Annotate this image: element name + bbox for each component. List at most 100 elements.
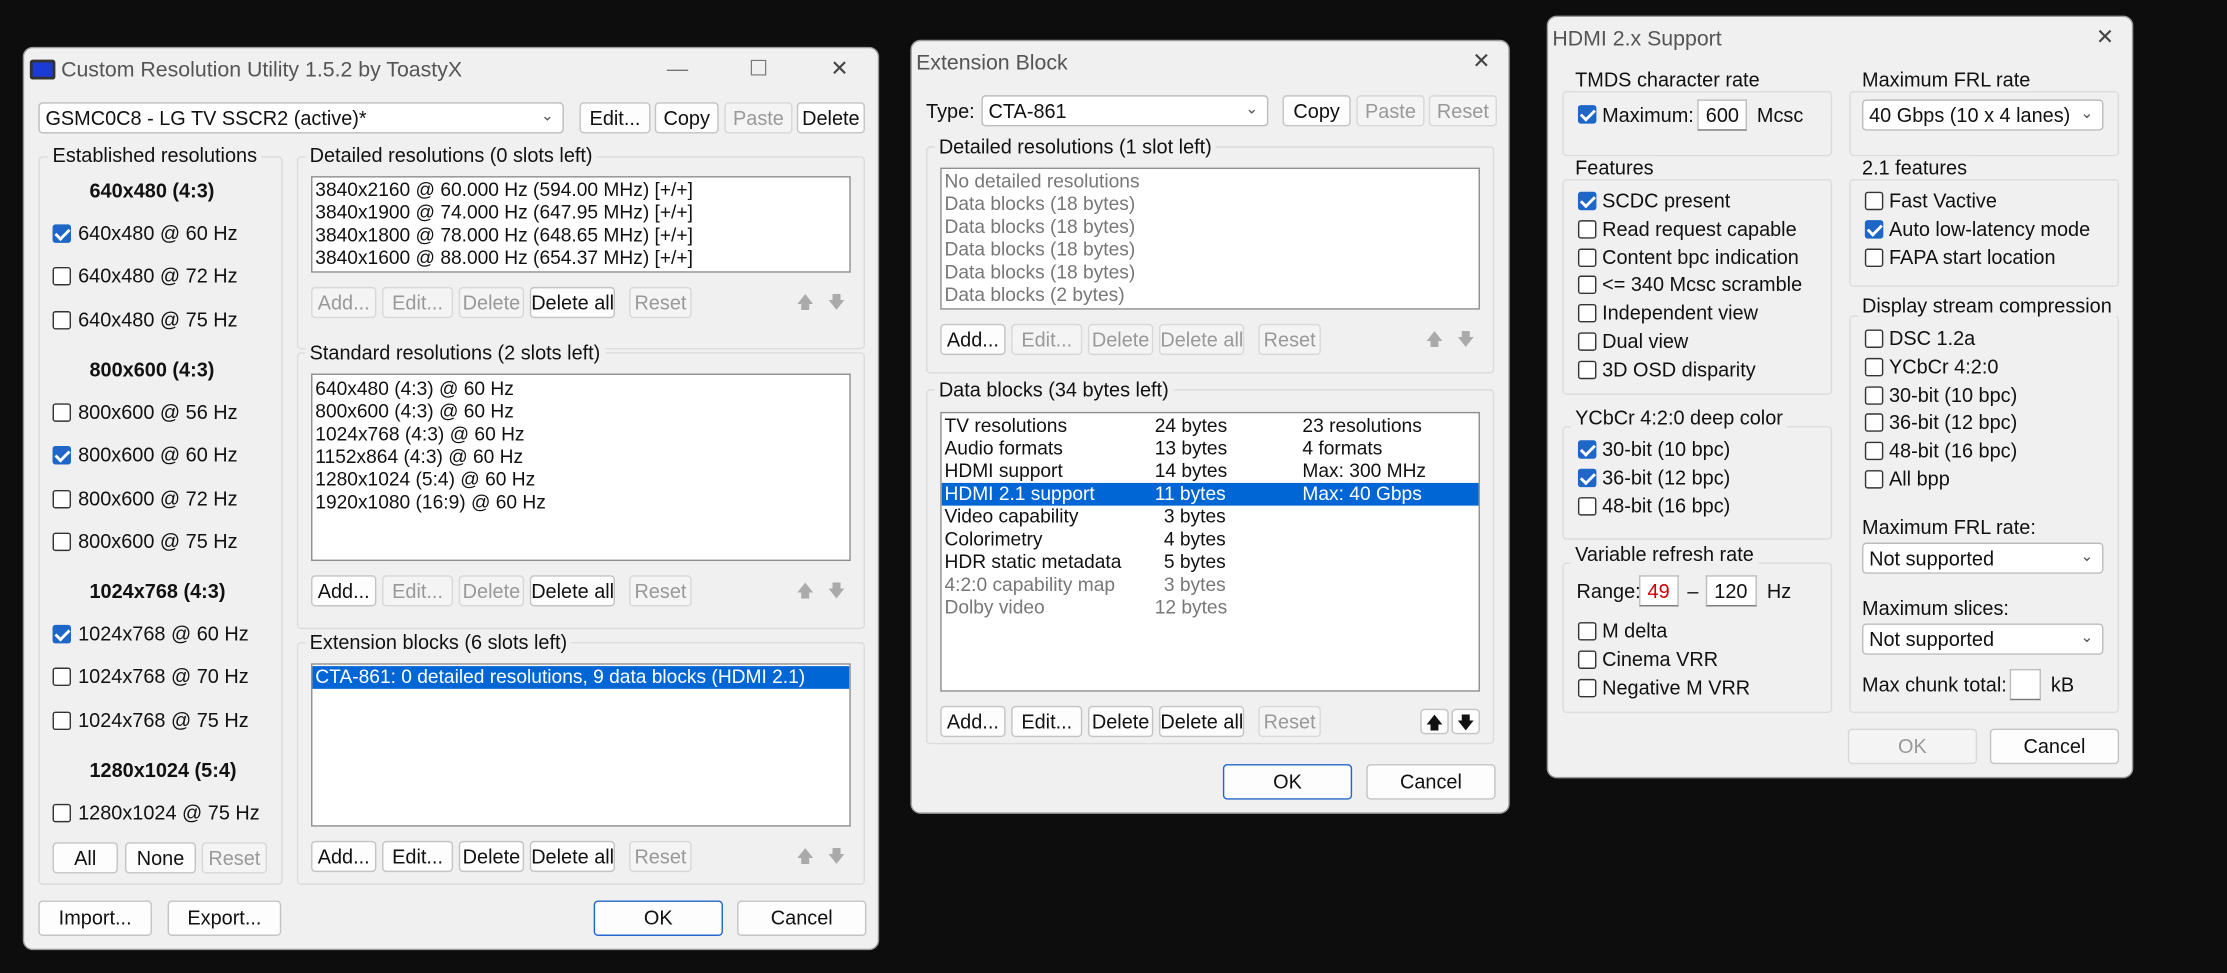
down-arrow-icon[interactable]: 🡇 (822, 290, 850, 316)
edit-display-button[interactable]: Edit... (579, 102, 651, 134)
list-item[interactable]: HDR static metadata 5 bytes (942, 551, 1479, 574)
list-item[interactable]: Video capability 3 bytes (942, 506, 1479, 529)
maximize-icon[interactable]: ☐ (730, 53, 787, 87)
export-button[interactable]: Export... (167, 900, 282, 936)
vrr-max-input[interactable]: 120 (1705, 575, 1757, 607)
option-checkbox[interactable] (1864, 470, 1884, 489)
copy-display-button[interactable]: Copy (654, 102, 719, 134)
edit-button[interactable]: Edit... (1011, 705, 1083, 738)
close-icon[interactable]: ✕ (811, 53, 868, 87)
delete-all-button[interactable]: Delete all (1158, 705, 1245, 738)
delete-display-button[interactable]: Delete (796, 102, 865, 134)
paste-display-button[interactable]: Paste (724, 102, 793, 134)
option-checkbox[interactable] (1577, 496, 1597, 515)
list-item[interactable]: Data blocks (18 bytes) (942, 216, 1479, 239)
option-checkbox[interactable] (1577, 276, 1597, 295)
established-checkbox[interactable] (52, 267, 72, 286)
established-checkbox[interactable] (52, 532, 72, 551)
datablocks-list[interactable]: TV resolutions 24 bytes 23 resolutions Audi… (940, 411, 1480, 692)
dsc-frl-select[interactable]: Not supported ⌄ (1862, 542, 2104, 574)
minimize-icon[interactable]: — (649, 53, 706, 87)
option-checkbox[interactable] (1577, 360, 1597, 379)
list-item[interactable]: 1024x768 (4:3) @ 60 Hz (312, 423, 849, 446)
list-item[interactable]: 1280x1024 (5:4) @ 60 Hz (312, 469, 849, 492)
up-arrow-icon[interactable]: 🡅 (1420, 708, 1449, 735)
extension-list[interactable]: CTA-861: 0 detailed resolutions, 9 data … (311, 663, 851, 827)
list-item[interactable]: HDMI 2.1 support 11 bytes Max: 40 Gbps (941, 482, 1479, 506)
option-checkbox[interactable] (1864, 413, 1884, 433)
delete-button[interactable]: Delete (458, 286, 525, 319)
tmds-max-checkbox[interactable] (1577, 105, 1597, 124)
close-icon[interactable]: ✕ (2076, 21, 2131, 55)
reset-button[interactable]: Reset (1258, 323, 1321, 356)
display-select[interactable]: GSMC0C8 - LG TV SSCR2 (active)* ⌄ (38, 102, 564, 134)
option-checkbox[interactable] (1577, 304, 1597, 323)
none-button[interactable]: None (124, 842, 197, 874)
option-checkbox[interactable] (1577, 219, 1597, 239)
ext-titlebar[interactable]: Extension Block ✕ (912, 41, 1509, 84)
list-item[interactable]: 640x480 (4:3) @ 60 Hz (312, 378, 849, 401)
option-checkbox[interactable] (1864, 247, 1884, 267)
list-item[interactable]: CTA-861: 0 detailed resolutions, 9 data … (312, 666, 850, 689)
reset-button[interactable]: Reset (629, 286, 692, 319)
hdmi-cancel-button[interactable]: Cancel (1989, 728, 2120, 765)
detailed-list[interactable]: 3840x2160 @ 60.000 Hz (594.00 MHz) [+/+]… (311, 176, 851, 273)
vrr-min-input[interactable]: 49 (1639, 575, 1679, 607)
hdmi-ok-button[interactable]: OK (1847, 728, 1978, 765)
option-checkbox[interactable] (1577, 622, 1597, 641)
down-arrow-icon[interactable]: 🡇 (822, 844, 850, 870)
up-arrow-icon[interactable]: 🡅 (791, 578, 819, 604)
down-arrow-icon[interactable]: 🡇 (1452, 327, 1480, 353)
delete-all-button[interactable]: Delete all (529, 840, 615, 873)
delete-button[interactable]: Delete (1087, 323, 1154, 356)
add-button[interactable]: Add... (940, 705, 1006, 738)
option-checkbox[interactable] (1577, 247, 1597, 267)
list-item[interactable]: 1920x1080 (16:9) @ 60 Hz (312, 491, 849, 514)
up-arrow-icon[interactable]: 🡅 (791, 844, 819, 870)
delete-all-button[interactable]: Delete all (529, 286, 615, 319)
list-item[interactable]: 3840x2160 @ 60.000 Hz (594.00 MHz) [+/+] (312, 179, 849, 202)
option-checkbox[interactable] (1577, 440, 1597, 459)
ext-cancel-button[interactable]: Cancel (1366, 764, 1496, 800)
list-item[interactable]: 4:2:0 capability map 3 bytes (942, 574, 1479, 597)
established-checkbox[interactable] (52, 711, 72, 730)
dsc-slices-select[interactable]: Not supported ⌄ (1862, 623, 2104, 655)
established-checkbox[interactable] (52, 446, 72, 465)
option-checkbox[interactable] (1577, 332, 1597, 351)
option-checkbox[interactable] (1864, 219, 1884, 239)
ext-ok-button[interactable]: OK (1222, 764, 1353, 800)
edit-button[interactable]: Edit... (382, 575, 454, 607)
hdmi-titlebar[interactable]: HDMI 2.x Support ✕ (1548, 17, 2132, 60)
all-button[interactable]: All (52, 842, 118, 874)
down-arrow-icon[interactable]: 🡇 (822, 578, 850, 604)
cru-titlebar[interactable]: Custom Resolution Utility 1.5.2 by Toast… (24, 48, 878, 91)
dsc-chunk-input[interactable] (2009, 668, 2041, 701)
reset-established-button[interactable]: Reset (201, 842, 268, 874)
option-checkbox[interactable] (1864, 329, 1884, 348)
list-item[interactable]: Data blocks (2 bytes) (942, 284, 1479, 307)
delete-button[interactable]: Delete (458, 840, 525, 873)
list-item[interactable]: 3840x1800 @ 78.000 Hz (648.65 MHz) [+/+] (312, 224, 849, 247)
option-checkbox[interactable] (1864, 385, 1884, 405)
option-checkbox[interactable] (1864, 441, 1884, 461)
edit-button[interactable]: Edit... (1011, 323, 1083, 356)
list-item[interactable]: 3840x1600 @ 88.000 Hz (654.37 MHz) [+/+] (312, 247, 849, 270)
list-item[interactable]: Data blocks (18 bytes) (942, 261, 1479, 284)
frl-select[interactable]: 40 Gbps (10 x 4 lanes) ⌄ (1862, 99, 2104, 131)
import-button[interactable]: Import... (38, 900, 152, 936)
option-checkbox[interactable] (1577, 191, 1597, 211)
option-checkbox[interactable] (1577, 650, 1597, 669)
ext-paste-button[interactable]: Paste (1356, 95, 1425, 127)
established-checkbox[interactable] (52, 310, 72, 329)
cancel-button[interactable]: Cancel (737, 900, 867, 936)
edit-button[interactable]: Edit... (382, 286, 454, 319)
delete-all-button[interactable]: Delete all (1158, 323, 1245, 356)
established-checkbox[interactable] (52, 224, 72, 243)
delete-all-button[interactable]: Delete all (529, 575, 615, 607)
established-checkbox[interactable] (52, 668, 72, 687)
list-item[interactable]: 800x600 (4:3) @ 60 Hz (312, 401, 849, 424)
ok-button[interactable]: OK (593, 900, 723, 936)
option-checkbox[interactable] (1864, 357, 1884, 377)
ext-copy-button[interactable]: Copy (1282, 95, 1351, 127)
list-item[interactable]: Colorimetry 4 bytes (942, 528, 1479, 551)
